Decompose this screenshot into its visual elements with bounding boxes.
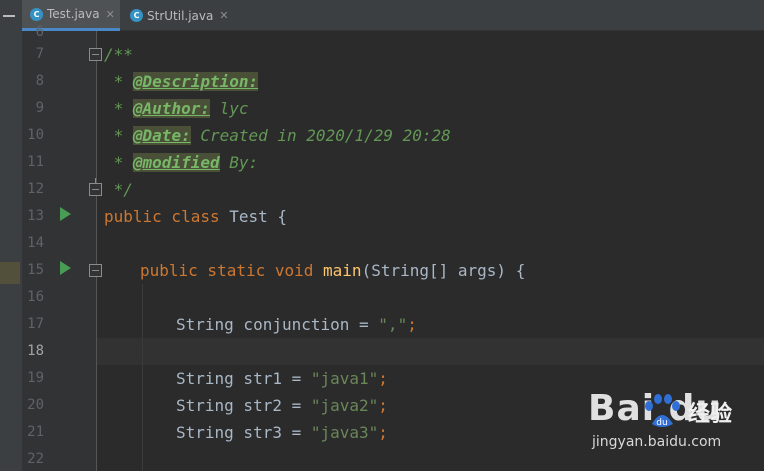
- line-number: 20: [27, 397, 44, 413]
- code-line-11: * @modified By:: [104, 153, 259, 172]
- code-line-21: String str3 = "java3";: [176, 423, 388, 442]
- code-line-10: * @Date: Created in 2020/1/29 20:28: [104, 126, 451, 145]
- line-number: 10: [27, 127, 44, 143]
- code-line-15: public static void main(String[] args) {: [140, 261, 526, 280]
- left-tool-strip: [0, 31, 22, 471]
- tool-window-toggle[interactable]: [0, 0, 22, 31]
- javadoc-tag: @Author:: [132, 99, 210, 118]
- line-number: 15: [27, 262, 44, 278]
- line-number: 9: [35, 100, 44, 116]
- code-line-12: */: [104, 180, 133, 199]
- line-number: 21: [27, 424, 44, 440]
- close-icon[interactable]: ✕: [219, 9, 228, 22]
- javadoc-tag: @Description:: [132, 72, 259, 91]
- line-number: 19: [27, 370, 44, 386]
- code-line-8: * @Description:: [104, 72, 259, 91]
- run-class-icon[interactable]: [60, 207, 71, 221]
- paw-icon: du: [645, 394, 680, 428]
- line-number: 22: [27, 451, 44, 467]
- line-number: 11: [27, 154, 44, 170]
- minimize-icon: [3, 15, 15, 17]
- javadoc-tag: @Date:: [132, 126, 191, 145]
- line-number-current: 18: [27, 343, 44, 359]
- close-icon[interactable]: ✕: [106, 8, 115, 21]
- code-line-17: String conjunction = ",";: [176, 315, 417, 334]
- line-number: 17: [27, 316, 44, 332]
- code-line-9: * @Author: lyc: [104, 99, 249, 118]
- tab-label: Test.java: [47, 7, 100, 21]
- tab-label: StrUtil.java: [147, 8, 214, 23]
- line-number: 13: [27, 208, 44, 224]
- line-number: 14: [27, 235, 44, 251]
- editor-tab-bar: C Test.java ✕ C StrUtil.java ✕: [0, 0, 764, 31]
- watermark-cn: 经验: [688, 402, 733, 427]
- line-number: 16: [27, 289, 44, 305]
- run-main-icon[interactable]: [60, 261, 71, 275]
- code-line-7: /**: [104, 45, 133, 64]
- watermark-url: jingyan.baidu.com: [592, 434, 722, 450]
- code-line-20: String str2 = "java2";: [176, 396, 388, 415]
- javadoc-tag: @modified: [132, 153, 220, 172]
- bookmark-marker: [0, 262, 20, 284]
- line-number: 12: [27, 181, 44, 197]
- code-line-19: String str1 = "java1";: [176, 369, 388, 388]
- tab-strutil-java[interactable]: C StrUtil.java ✕: [122, 0, 232, 31]
- line-number: 7: [35, 46, 44, 62]
- svg-text:du: du: [656, 418, 667, 428]
- baidu-jingyan-watermark: Bai du du 经验 jingyan.baidu.com: [588, 388, 764, 471]
- code-line-13: public class Test {: [104, 207, 288, 226]
- line-number: 8: [35, 73, 44, 89]
- java-class-icon: C: [130, 9, 143, 22]
